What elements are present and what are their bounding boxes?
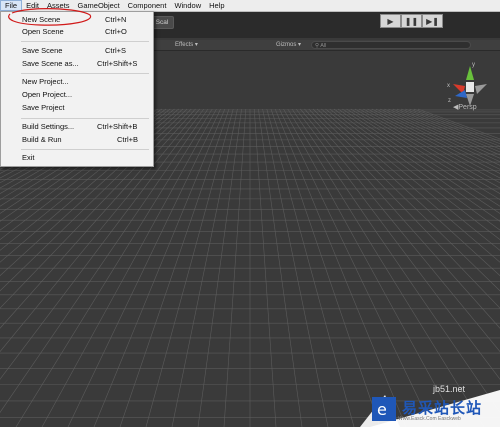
annotation-circle — [8, 8, 92, 26]
menu-separator — [21, 149, 149, 150]
effects-dropdown[interactable]: Effects ▾ — [175, 40, 198, 50]
gizmo-y-label: y — [472, 62, 475, 68]
menu-separator — [21, 73, 149, 74]
menu-item-exit[interactable]: Exit — [1, 152, 151, 164]
menu-item-build-settings[interactable]: Build Settings... Ctrl+Shift+B — [1, 121, 151, 133]
menu-item-save-project[interactable]: Save Project — [1, 102, 151, 114]
play-icon: ▶ — [387, 16, 394, 26]
menu-item-save-scene-as[interactable]: Save Scene as... Ctrl+Shift+S — [1, 58, 151, 70]
view-mode-label[interactable]: ◀Persp — [453, 103, 477, 111]
gizmo-z-label: z — [448, 98, 451, 104]
play-button[interactable]: ▶ — [380, 14, 401, 28]
menu-item-save-scene[interactable]: Save Scene Ctrl+S — [1, 45, 151, 57]
watermark-subtitle: Www.Easck.Com Easckweb — [398, 416, 461, 422]
effects-label: Effects — [175, 42, 194, 48]
menu-separator — [21, 118, 149, 119]
gizmo-x-label: x — [447, 83, 450, 89]
play-controls: ▶ ❚❚ ▶❚ — [380, 14, 443, 28]
orientation-gizmo-icon[interactable]: y x z — [445, 60, 495, 120]
step-icon: ▶❚ — [426, 16, 439, 26]
watermark-site-name: 易采站长站 — [402, 400, 483, 417]
watermark-url: jb51.net — [433, 384, 466, 394]
gizmos-dropdown[interactable]: Gizmos ▾ — [276, 40, 301, 50]
menu-component[interactable]: Component — [124, 0, 171, 11]
search-icon: ⚲ — [315, 43, 320, 49]
menu-item-new-project[interactable]: New Project... — [1, 76, 151, 88]
menu-item-open-project[interactable]: Open Project... — [1, 89, 151, 101]
pause-icon: ❚❚ — [404, 16, 419, 26]
search-value: All — [320, 43, 327, 49]
menu-separator — [21, 41, 149, 42]
svg-text:e: e — [377, 400, 387, 419]
step-button[interactable]: ▶❚ — [422, 14, 443, 28]
menu-help[interactable]: Help — [205, 0, 228, 11]
menu-window[interactable]: Window — [170, 0, 205, 11]
pause-button[interactable]: ❚❚ — [401, 14, 422, 28]
file-menu: New Scene Ctrl+N Open Scene Ctrl+O Save Sc… — [0, 11, 154, 167]
menu-item-build-and-run[interactable]: Build & Run Ctrl+B — [1, 134, 151, 146]
gizmos-label: Gizmos — [276, 42, 297, 48]
scene-search-input[interactable]: ⚲ All — [311, 41, 471, 49]
